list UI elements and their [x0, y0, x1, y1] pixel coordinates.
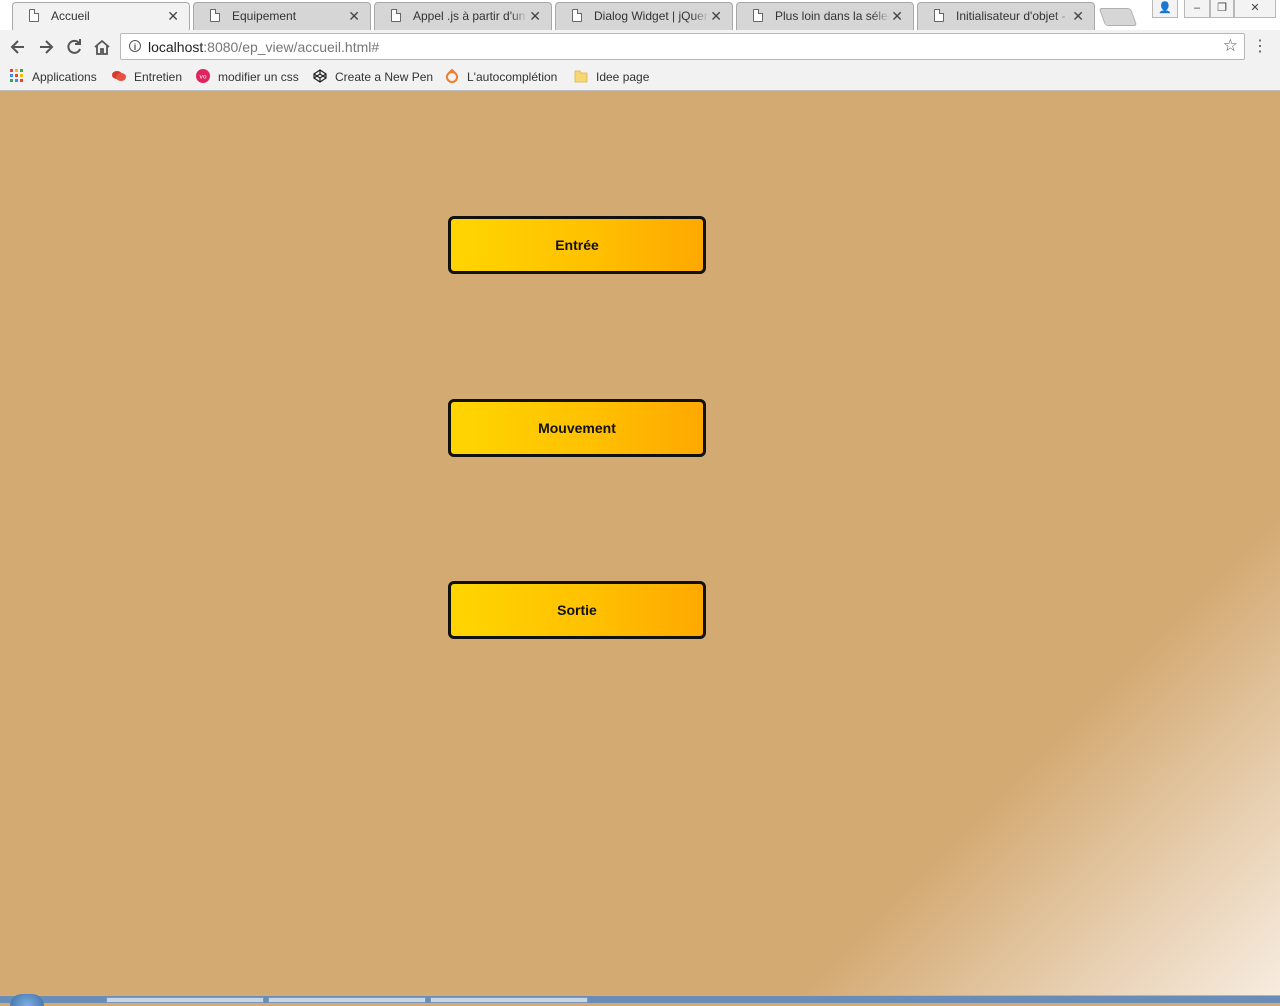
forward-arrow-icon	[40, 40, 54, 54]
minimize-button[interactable]: –	[1184, 0, 1210, 18]
svg-text:vo: vo	[199, 73, 207, 80]
new-tab-button[interactable]	[1098, 8, 1138, 26]
tab-dialog-widget[interactable]: Dialog Widget | jQuery ✕	[555, 2, 733, 30]
mouvement-button[interactable]: Mouvement	[448, 399, 706, 457]
url-path: :8080/ep_view/accueil.html#	[203, 39, 380, 55]
close-icon[interactable]: ✕	[348, 8, 360, 24]
bookmark-label: modifier un css	[218, 69, 299, 84]
close-icon[interactable]: ✕	[529, 8, 541, 24]
taskbar-item[interactable]	[430, 997, 588, 1003]
back-arrow-icon	[10, 40, 24, 54]
url-host: localhost	[148, 39, 204, 55]
bookmark-label: Applications	[32, 69, 97, 84]
browser-toolbar: i localhost:8080/ep_view/accueil.html# ☆…	[0, 30, 1280, 64]
bookmark-autocompletion[interactable]: L'autocomplétion	[445, 68, 558, 85]
bookmark-label: Create a New Pen	[335, 69, 434, 84]
page-content: Entrée Mouvement Sortie	[0, 91, 1280, 995]
address-bar[interactable]: i localhost:8080/ep_view/accueil.html# ☆	[120, 33, 1245, 60]
tab-initialisateur[interactable]: Initialisateur d'objet - J ✕	[917, 2, 1095, 30]
close-icon: ✕	[1250, 2, 1260, 14]
page-icon	[572, 9, 582, 22]
home-button[interactable]	[92, 37, 112, 57]
bookmark-idee-page[interactable]: Idee page	[574, 69, 649, 85]
bookmark-label: L'autocomplétion	[467, 69, 558, 84]
tab-strip: Accueil ✕ Equipement ✕ Appel .js à parti…	[0, 0, 1280, 30]
vo-logo-icon: vo	[196, 68, 210, 83]
kebab-menu-icon[interactable]: ⋮	[1252, 36, 1268, 56]
entree-button[interactable]: Entrée	[448, 216, 706, 274]
restore-icon: ❐	[1217, 2, 1227, 14]
bookmark-entretien[interactable]: Entretien	[112, 69, 182, 85]
profile-button[interactable]: 👤	[1152, 0, 1178, 18]
page-icon	[29, 9, 39, 22]
user-icon: 👤	[1158, 2, 1172, 14]
tab-title: Accueil	[51, 9, 90, 23]
openclassrooms-icon	[446, 68, 458, 83]
close-icon[interactable]: ✕	[891, 8, 903, 24]
tab-appel-js[interactable]: Appel .js à partir d'un j ✕	[374, 2, 552, 30]
minimize-icon: –	[1193, 2, 1201, 14]
codepen-icon	[313, 69, 327, 83]
forward-button[interactable]	[36, 37, 56, 57]
page-icon	[934, 9, 944, 22]
tab-title: Initialisateur d'objet - J	[956, 9, 1071, 23]
sortie-button[interactable]: Sortie	[448, 581, 706, 639]
window-close-button[interactable]: ✕	[1234, 0, 1276, 18]
bookmark-codepen[interactable]: Create a New Pen	[313, 69, 433, 85]
bookmark-star-icon[interactable]: ☆	[1223, 36, 1238, 56]
bookmarks-bar: Applications Entretien vo modifier un cs…	[0, 64, 1280, 91]
close-icon[interactable]: ✕	[710, 8, 722, 24]
tab-title: Dialog Widget | jQuery	[594, 9, 709, 23]
apps-grid-icon	[10, 68, 23, 82]
home-icon	[94, 39, 110, 55]
bookmark-label: Idee page	[596, 69, 650, 84]
reload-button[interactable]	[64, 37, 84, 57]
bookmark-label: Entretien	[134, 69, 183, 84]
bookmark-applications[interactable]: Applications	[10, 68, 97, 85]
info-icon[interactable]: i	[129, 40, 141, 52]
taskbar-item[interactable]	[268, 997, 426, 1003]
tab-equipement[interactable]: Equipement ✕	[193, 2, 371, 30]
taskbar-item[interactable]	[106, 997, 264, 1003]
bookmark-modifier-css[interactable]: vo modifier un css	[196, 68, 299, 85]
url-text[interactable]: localhost:8080/ep_view/accueil.html#	[148, 39, 379, 55]
tab-title: Equipement	[232, 9, 297, 23]
back-button[interactable]	[8, 37, 28, 57]
tab-plus-loin[interactable]: Plus loin dans la sélect ✕	[736, 2, 914, 30]
chat-bubble-icon	[112, 70, 126, 81]
start-button[interactable]	[10, 994, 44, 1006]
tab-accueil[interactable]: Accueil ✕	[12, 2, 190, 30]
reload-icon	[67, 39, 81, 54]
page-icon	[391, 9, 401, 22]
restore-button[interactable]: ❐	[1210, 0, 1234, 18]
page-icon	[210, 9, 220, 22]
close-icon[interactable]: ✕	[167, 8, 179, 24]
folder-icon	[574, 70, 588, 83]
tab-title: Appel .js à partir d'un j	[413, 9, 528, 23]
tab-title: Plus loin dans la sélect	[775, 9, 890, 23]
close-icon[interactable]: ✕	[1072, 8, 1084, 24]
page-icon	[753, 9, 763, 22]
